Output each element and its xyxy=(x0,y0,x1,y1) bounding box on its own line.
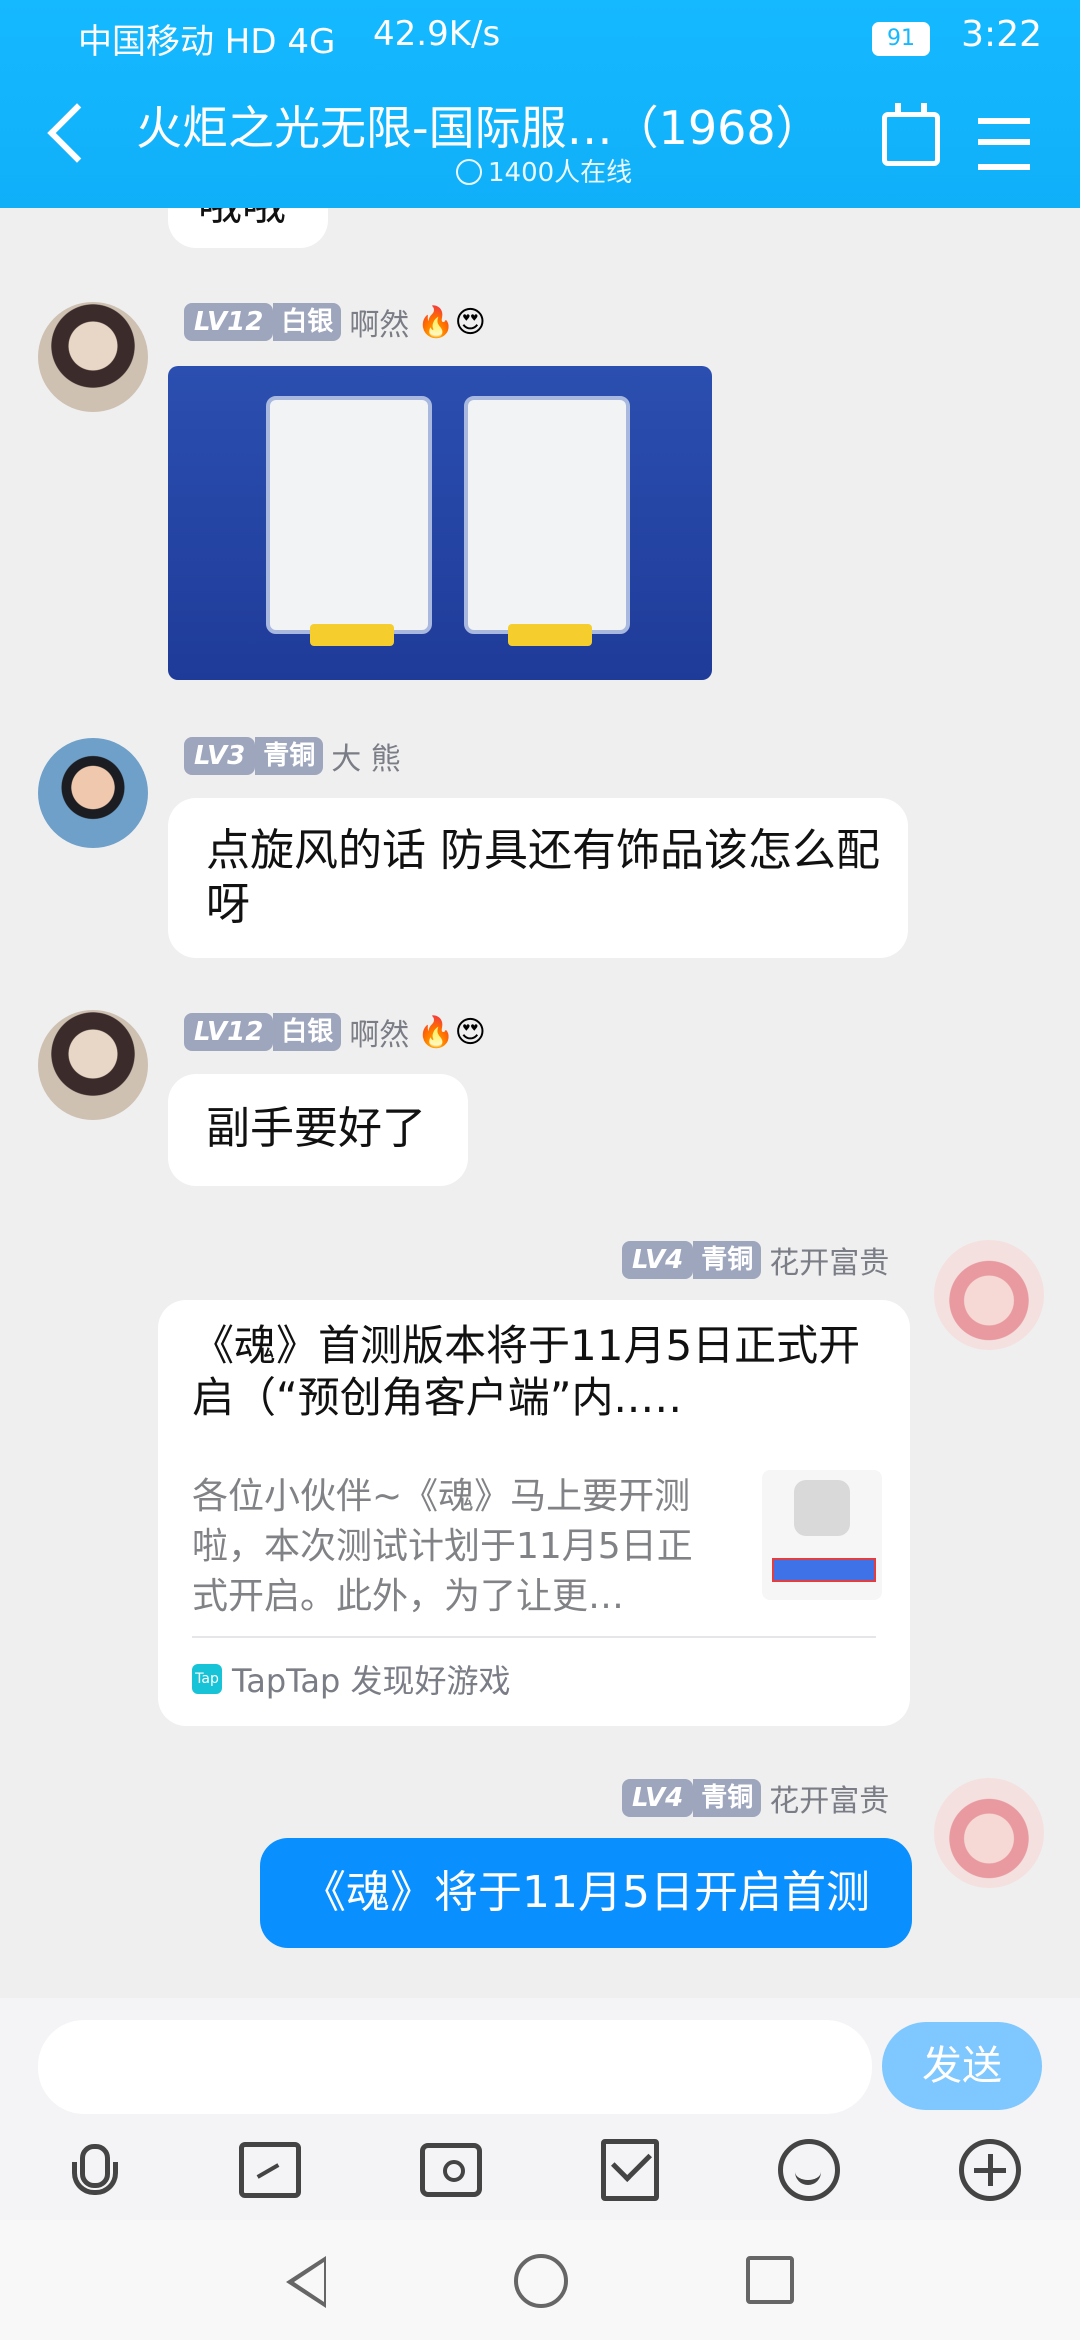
composer-toolbar xyxy=(0,2128,1080,2212)
message-bubble[interactable]: 副手要好了 xyxy=(168,1074,468,1186)
link-title: 《魂》首测版本将于11月5日正式开启（“预创角客户端”内..… xyxy=(192,1321,861,1422)
sender-meta: LV12 白银 啊然 🔥😍 xyxy=(184,300,486,344)
sender-meta: LV12 白银 啊然 🔥😍 xyxy=(184,1010,486,1054)
link-source: Tap TapTap 发现好游戏 xyxy=(192,1656,511,1702)
chat-title: 火炬之光无限-国际服…（1968） xyxy=(136,101,822,155)
divider xyxy=(192,1636,876,1638)
avatar[interactable] xyxy=(934,1778,1044,1888)
image-message[interactable] xyxy=(168,366,712,680)
emoji-icon[interactable] xyxy=(777,2139,840,2201)
sender-meta: LV3 青铜 大 熊 xyxy=(184,734,401,778)
link-source-label: TapTap 发现好游戏 xyxy=(232,1662,511,1700)
level-badge: LV4 xyxy=(622,1779,694,1817)
online-icon xyxy=(456,159,482,185)
online-count: 1400人在线 xyxy=(456,152,632,189)
taptap-logo-icon: Tap xyxy=(192,1664,222,1694)
send-button[interactable]: 发送 xyxy=(882,2022,1042,2110)
rank-badge: 青铜 xyxy=(693,1241,762,1279)
avatar[interactable] xyxy=(38,738,148,848)
rank-badge: 青铜 xyxy=(693,1779,762,1817)
sender-name[interactable]: 啊然 xyxy=(349,300,409,344)
back-icon[interactable] xyxy=(47,103,107,163)
sender-meta: LV4 青铜 花开富贵 xyxy=(622,1776,889,1820)
sender-name[interactable]: 花开富贵 xyxy=(769,1238,889,1282)
link-thumbnail xyxy=(762,1470,882,1600)
plus-icon[interactable] xyxy=(958,2139,1021,2201)
nav-recents-icon[interactable] xyxy=(746,2256,794,2304)
sender-name[interactable]: 大 熊 xyxy=(331,734,401,778)
rank-badge: 青铜 xyxy=(255,737,324,775)
camera-icon[interactable] xyxy=(419,2143,482,2197)
message-bubble: 哦哦 xyxy=(168,208,328,248)
thumbnail-button-image xyxy=(772,1558,876,1582)
composer: 发送 xyxy=(0,1998,1080,2220)
game-logo-icon xyxy=(794,1480,850,1536)
message-input[interactable] xyxy=(38,2020,872,2114)
level-badge: LV12 xyxy=(184,303,274,341)
badge-icons: 🔥😍 xyxy=(417,1014,486,1050)
system-nav-bar xyxy=(0,2220,1080,2340)
rank-badge: 白银 xyxy=(273,1013,342,1051)
app-header: 中国移动 HD 4G 42.9K/s 91 3:22 火炬之光无限-国际服…（1… xyxy=(0,0,1080,208)
message-bubble[interactable]: 点旋风的话 防具还有饰品该怎么配呀 xyxy=(168,798,908,958)
nav-back-icon[interactable] xyxy=(286,2256,326,2308)
network-rate: 42.9K/s xyxy=(373,14,501,54)
badge-icons: 🔥😍 xyxy=(417,304,486,340)
calendar-check-icon[interactable] xyxy=(882,103,940,166)
item-card-image xyxy=(266,396,432,646)
level-badge: LV4 xyxy=(622,1241,694,1279)
microphone-icon[interactable] xyxy=(60,2140,120,2200)
menu-icon[interactable] xyxy=(978,118,1030,170)
avatar[interactable] xyxy=(934,1240,1044,1350)
sender-meta: LV4 青铜 花开富贵 xyxy=(622,1238,889,1282)
rank-badge: 白银 xyxy=(273,303,342,341)
avatar[interactable] xyxy=(38,302,148,412)
level-badge: LV12 xyxy=(184,1013,274,1051)
link-card[interactable]: 《魂》首测版本将于11月5日正式开启（“预创角客户端”内..… 各位小伙伴~《魂… xyxy=(158,1300,910,1726)
carrier-label: 中国移动 HD 4G xyxy=(78,22,336,62)
own-message-bubble[interactable]: 《魂》将于11月5日开启首测 xyxy=(260,1838,912,1948)
sender-name[interactable]: 啊然 xyxy=(349,1010,409,1054)
avatar[interactable] xyxy=(38,1010,148,1120)
battery-icon: 91 xyxy=(872,22,930,56)
image-picker-icon[interactable] xyxy=(238,2142,301,2198)
status-bar: 中国移动 HD 4G 42.9K/s 91 3:22 xyxy=(0,0,1080,74)
link-description: 各位小伙伴~《魂》马上要开测啦，本次测试计划于11月5日正式开启。此外，为了让更… xyxy=(192,1476,693,1617)
nav-home-icon[interactable] xyxy=(514,2254,568,2308)
red-packet-icon[interactable] xyxy=(600,2139,659,2201)
chat-list[interactable]: 哦哦 LV12 白银 啊然 🔥😍 LV3 青铜 大 熊 点旋风的话 防具还有饰品… xyxy=(0,208,1080,1998)
level-badge: LV3 xyxy=(184,737,256,775)
clock: 3:22 xyxy=(961,14,1042,55)
sender-name[interactable]: 花开富贵 xyxy=(769,1776,889,1820)
item-card-image xyxy=(464,396,630,646)
